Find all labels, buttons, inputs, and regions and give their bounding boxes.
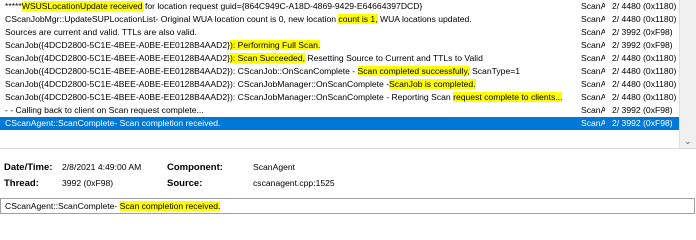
log-row[interactable]: ScanJob({4DCD2800-5C1E-4BEE-A0BE-EE0128B… [0,65,680,78]
log-component: ScanA [581,1,605,11]
log-text: CScanAgent::ScanComplete- Scan completio… [5,118,221,128]
log-thread: 2/ 4480 (0x1180) [612,14,677,24]
log-message: ScanJob({4DCD2800-5C1E-4BEE-A0BE-EE0128B… [5,39,575,52]
component-value: ScanAgent [253,162,296,172]
log-thread: 2/ 4480 (0x1180) [612,79,677,89]
log-thread: 2/ 3992 (0xF98) [612,27,673,37]
log-text: ***** [5,1,22,11]
message-prefix: CScanAgent::ScanComplete- [5,201,120,211]
log-viewer-window: *****WSUSLocationUpdate received for loc… [0,0,696,215]
chevron-down-icon[interactable]: ⌄ [684,137,692,146]
thread-label-wrap: Thread: [4,176,39,190]
highlighted-text: Scan completed successfully, [357,66,470,76]
log-component: ScanA [581,40,605,50]
source-value: cscanagent.cpp:1525 [253,178,335,188]
log-row[interactable]: ScanJob({4DCD2800-5C1E-4BEE-A0BE-EE0128B… [0,91,680,104]
highlighted-text: ): Scan Succeeded, [230,53,306,63]
highlighted-text: ScanJob is completed. [389,79,476,89]
log-thread: 2/ 3992 (0xF98) [612,118,673,128]
log-message: ScanJob({4DCD2800-5C1E-4BEE-A0BE-EE0128B… [5,52,575,65]
message-text-box[interactable]: CScanAgent::ScanComplete- Scan completio… [0,198,695,214]
log-component: ScanA [581,92,605,102]
log-text: ScanJob({4DCD2800-5C1E-4BEE-A0BE-EE0128B… [5,40,230,50]
details-pane: Date/Time: 2/8/2021 4:49:00 AM Component… [0,160,696,196]
log-message: ScanJob({4DCD2800-5C1E-4BEE-A0BE-EE0128B… [5,65,575,78]
log-text: ScanJob({4DCD2800-5C1E-4BEE-A0BE-EE0128B… [5,66,358,76]
log-row[interactable]: Sources are current and valid. TTLs are … [0,26,680,39]
log-message: *****WSUSLocationUpdate received for loc… [5,0,575,13]
highlighted-text: request complete to clients... [453,92,563,102]
highlighted-text: ): Performing Full Scan. [230,40,321,50]
highlighted-text: count is 1, [338,14,378,24]
date-label-wrap: Date/Time: [4,160,52,174]
log-list[interactable]: *****WSUSLocationUpdate received for loc… [0,0,696,149]
log-message: ScanJob({4DCD2800-5C1E-4BEE-A0BE-EE0128B… [5,91,575,104]
log-row[interactable]: CScanAgent::ScanComplete- Scan completio… [0,117,680,130]
log-row[interactable]: CScanJobMgr::UpdateSUPLocationList- Orig… [0,13,680,26]
log-row[interactable]: ScanJob({4DCD2800-5C1E-4BEE-A0BE-EE0128B… [0,78,680,91]
source-label-wrap: Source: [167,176,202,190]
date-value: 2/8/2021 4:49:00 AM [62,162,142,172]
log-thread: 2/ 3992 (0xF98) [612,105,673,115]
log-text: Sources are current and valid. TTLs are … [5,27,197,37]
log-text: ScanJob({4DCD2800-5C1E-4BEE-A0BE-EE0128B… [5,79,390,89]
log-text: for location request guid={864C949C-A18D… [142,1,423,11]
log-thread: 2/ 4480 (0x1180) [612,53,677,63]
log-component: ScanA [581,53,605,63]
log-row[interactable]: - - Calling back to client on Scan reque… [0,104,680,117]
log-text: - - Calling back to client on Scan reque… [5,105,204,115]
log-component: ScanA [581,79,605,89]
log-text: ScanJob({4DCD2800-5C1E-4BEE-A0BE-EE0128B… [5,92,454,102]
thread-value: 3992 (0xF98) [62,178,114,188]
log-thread: 2/ 4480 (0x1180) [612,1,677,11]
thread-label: Thread: [4,178,39,189]
log-text: ScanJob({4DCD2800-5C1E-4BEE-A0BE-EE0128B… [5,53,230,63]
source-label: Source: [167,178,203,189]
log-component: ScanA [581,118,605,128]
log-rows: *****WSUSLocationUpdate received for loc… [0,0,680,148]
date-value-wrap: 2/8/2021 4:49:00 AM [62,160,141,174]
log-component: ScanA [581,27,605,37]
log-thread: 2/ 4480 (0x1180) [612,92,677,102]
component-value-wrap: ScanAgent [253,160,295,174]
log-text: ScanType=1 [469,66,521,76]
log-component: ScanA [581,105,605,115]
log-row[interactable]: ScanJob({4DCD2800-5C1E-4BEE-A0BE-EE0128B… [0,39,680,52]
log-row[interactable]: ScanJob({4DCD2800-5C1E-4BEE-A0BE-EE0128B… [0,52,680,65]
vertical-scrollbar[interactable]: ⌄ [679,0,696,148]
log-text: CScanJobMgr::UpdateSUPLocationList- Orig… [5,14,339,24]
log-row[interactable]: *****WSUSLocationUpdate received for loc… [0,0,680,13]
date-label: Date/Time: [4,162,53,173]
component-label-wrap: Component: [167,160,223,174]
log-message: - - Calling back to client on Scan reque… [5,104,575,117]
log-thread: 2/ 3992 (0xF98) [612,40,673,50]
log-message: CScanAgent::ScanComplete- Scan completio… [5,117,575,130]
log-text: Resetting Source to Current and TTLs to … [305,53,483,63]
thread-value-wrap: 3992 (0xF98) [62,176,113,190]
source-value-wrap: cscanagent.cpp:1525 [253,176,335,190]
log-message: Sources are current and valid. TTLs are … [5,26,575,39]
highlighted-text: WSUSLocationUpdate received [21,1,143,11]
log-message: CScanJobMgr::UpdateSUPLocationList- Orig… [5,13,575,26]
component-label: Component: [167,162,223,173]
log-component: ScanA [581,66,605,76]
log-thread: 2/ 4480 (0x1180) [612,66,677,76]
log-component: ScanA [581,14,605,24]
message-highlight: Scan completion received. [119,201,221,211]
log-text: WUA locations updated. [377,14,472,24]
log-message: ScanJob({4DCD2800-5C1E-4BEE-A0BE-EE0128B… [5,78,575,91]
